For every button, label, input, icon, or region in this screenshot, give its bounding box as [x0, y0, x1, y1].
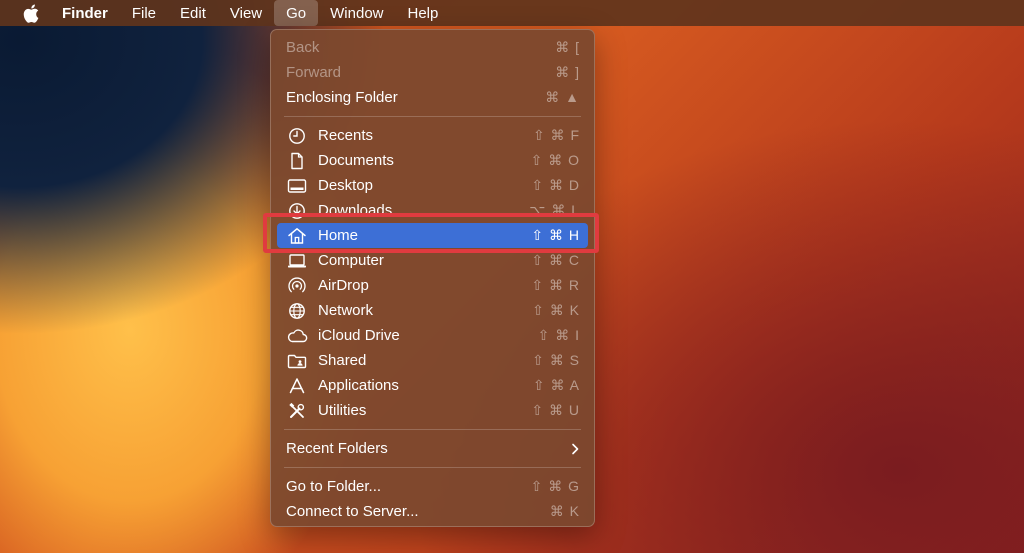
menu-item-label: Computer — [318, 252, 384, 269]
menu-item-icloud-drive[interactable]: iCloud Drive ⇧ ⌘ I — [271, 323, 594, 348]
menu-separator — [284, 467, 581, 468]
tools-icon — [286, 401, 308, 421]
menu-item-label: Go to Folder... — [286, 478, 382, 495]
shortcut-label: ⇧ ⌘ D — [531, 177, 580, 193]
menu-item-label: Shared — [318, 352, 367, 369]
menu-item-label: Recents — [318, 127, 374, 144]
menu-item-applications[interactable]: Applications ⇧ ⌘ A — [271, 373, 594, 398]
menu-item-enclosing-folder[interactable]: Enclosing Folder ⌘ ▲ — [271, 85, 594, 110]
menu-item-label: AirDrop — [318, 277, 369, 294]
menu-file[interactable]: File — [120, 0, 168, 26]
menu-item-label: Forward — [286, 64, 342, 81]
menu-view[interactable]: View — [218, 0, 274, 26]
shortcut-label: ⇧ ⌘ I — [537, 327, 580, 343]
menu-help[interactable]: Help — [396, 0, 451, 26]
shortcut-label: ⇧ ⌘ F — [532, 127, 580, 143]
document-icon — [286, 151, 308, 171]
menu-item-airdrop[interactable]: AirDrop ⇧ ⌘ R — [271, 273, 594, 298]
menu-item-label: Enclosing Folder — [286, 89, 398, 106]
apple-logo-icon[interactable] — [12, 0, 50, 26]
menu-finder[interactable]: Finder — [50, 0, 120, 26]
clock-icon — [286, 126, 308, 146]
menu-item-forward[interactable]: Forward ⌘ ] — [271, 60, 594, 85]
menu-item-label: Connect to Server... — [286, 503, 419, 520]
menu-separator — [284, 429, 581, 430]
globe-icon — [286, 301, 308, 321]
shortcut-label: ⌥ ⌘ L — [529, 202, 580, 218]
shortcut-label: ⇧ ⌘ A — [532, 377, 580, 393]
shortcut-label: ⇧ ⌘ U — [531, 402, 580, 418]
menu-item-desktop[interactable]: Desktop ⇧ ⌘ D — [271, 173, 594, 198]
applications-icon — [286, 376, 308, 396]
shortcut-label: ⌘ K — [549, 503, 580, 519]
menu-item-label: Back — [286, 39, 320, 56]
menu-item-recents[interactable]: Recents ⇧ ⌘ F — [271, 123, 594, 148]
menu-item-go-to-folder[interactable]: Go to Folder... ⇧ ⌘ G — [271, 474, 594, 499]
shortcut-label: ⇧ ⌘ R — [531, 277, 580, 293]
menu-item-label: Applications — [318, 377, 399, 394]
shortcut-label: ⇧ ⌘ G — [530, 478, 580, 494]
menu-item-computer[interactable]: Computer ⇧ ⌘ C — [271, 248, 594, 273]
menu-item-label: Utilities — [318, 402, 367, 419]
house-icon — [286, 226, 308, 246]
menu-item-label: iCloud Drive — [318, 327, 400, 344]
airdrop-icon — [286, 276, 308, 296]
menu-item-network[interactable]: Network ⇧ ⌘ K — [271, 298, 594, 323]
menu-item-label: Home — [318, 227, 359, 244]
go-menu-dropdown: Back ⌘ [ Forward ⌘ ] Enclosing Folder ⌘ … — [270, 29, 595, 527]
shortcut-label: ⌘ [ — [555, 39, 580, 55]
shortcut-label: ⇧ ⌘ H — [531, 227, 580, 243]
menu-item-label: Desktop — [318, 177, 374, 194]
desktop-icon — [286, 176, 308, 196]
menu-item-documents[interactable]: Documents ⇧ ⌘ O — [271, 148, 594, 173]
chevron-right-icon — [570, 443, 580, 455]
shared-folder-icon — [286, 351, 308, 371]
menu-item-label: Documents — [318, 152, 394, 169]
menu-window[interactable]: Window — [318, 0, 395, 26]
menu-item-downloads[interactable]: Downloads ⌥ ⌘ L — [271, 198, 594, 223]
menu-item-recent-folders[interactable]: Recent Folders — [271, 436, 594, 461]
shortcut-label: ⌘ ▲ — [545, 89, 580, 105]
menu-item-shared[interactable]: Shared ⇧ ⌘ S — [271, 348, 594, 373]
shortcut-label: ⌘ ] — [555, 64, 580, 80]
menu-item-label: Recent Folders — [286, 440, 388, 457]
download-icon — [286, 201, 308, 221]
shortcut-label: ⇧ ⌘ O — [530, 152, 580, 168]
shortcut-label: ⇧ ⌘ S — [532, 352, 580, 368]
menu-item-connect-to-server[interactable]: Connect to Server... ⌘ K — [271, 499, 594, 524]
menu-separator — [284, 116, 581, 117]
shortcut-label: ⇧ ⌘ K — [532, 302, 580, 318]
menu-item-back[interactable]: Back ⌘ [ — [271, 35, 594, 60]
menu-item-label: Network — [318, 302, 374, 319]
menu-item-label: Downloads — [318, 202, 393, 219]
shortcut-label: ⇧ ⌘ C — [531, 252, 580, 268]
menu-item-home[interactable]: Home ⇧ ⌘ H — [277, 223, 588, 248]
menu-bar: Finder File Edit View Go Window Help — [0, 0, 1024, 26]
menu-item-utilities[interactable]: Utilities ⇧ ⌘ U — [271, 398, 594, 423]
cloud-icon — [286, 326, 308, 346]
menu-go[interactable]: Go — [274, 0, 319, 26]
menu-edit[interactable]: Edit — [168, 0, 218, 26]
laptop-icon — [286, 251, 308, 271]
